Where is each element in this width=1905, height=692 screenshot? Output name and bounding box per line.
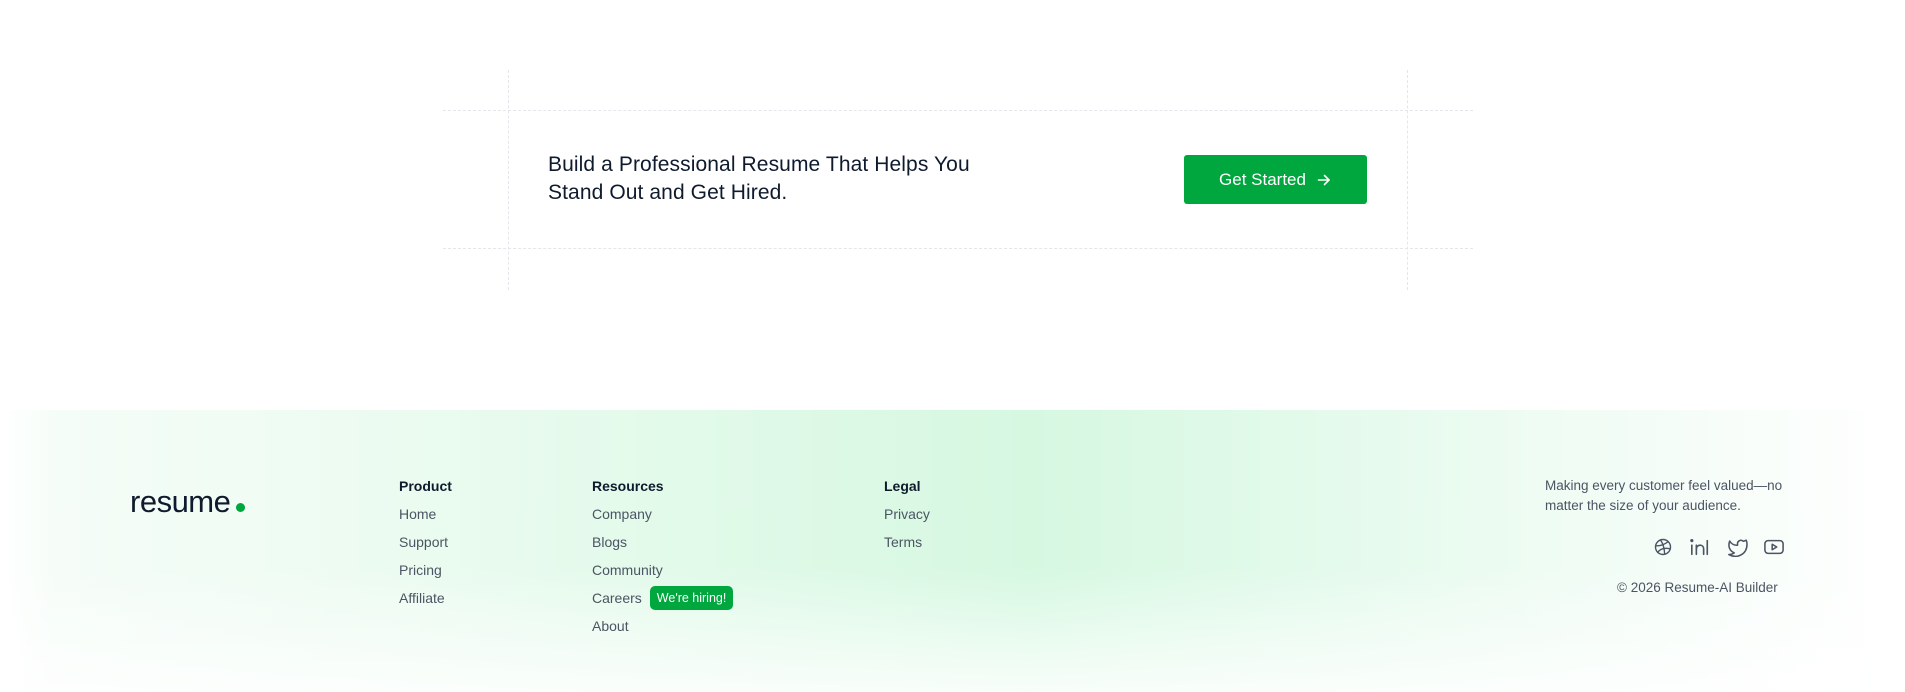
footer-link-pricing[interactable]: Pricing xyxy=(399,560,452,580)
social-links xyxy=(1652,536,1785,558)
footer-link-home[interactable]: Home xyxy=(399,504,452,524)
column-title-resources: Resources xyxy=(592,478,664,494)
logo-dot xyxy=(236,503,246,512)
column-title-legal: Legal xyxy=(884,478,921,494)
footer-link-careers[interactable]: Careers xyxy=(592,588,642,608)
footer-link-about[interactable]: About xyxy=(592,616,733,636)
cta-headline: Build a Professional Resume That Helps Y… xyxy=(548,153,970,204)
footer-column-resources: Resources Company Blogs Community Career… xyxy=(592,476,734,636)
footer-tagline: Making every customer feel valued—no mat… xyxy=(1545,478,1783,513)
logo-text: resume xyxy=(130,484,231,519)
guide-line-bottom xyxy=(443,248,1473,249)
twitter-icon[interactable] xyxy=(1726,536,1748,558)
youtube-icon[interactable] xyxy=(1763,536,1785,558)
footer-link-privacy[interactable]: Privacy xyxy=(884,504,930,524)
cta-section: Build a Professional Resume That Helps Y… xyxy=(0,0,1905,410)
column-title-product: Product xyxy=(399,478,452,494)
footer-column-product: Product Home Support Pricing Affiliate xyxy=(399,476,452,608)
footer-link-support[interactable]: Support xyxy=(399,532,452,552)
footer-link-careers-row: Careers We're hiring! xyxy=(592,586,734,610)
arrow-right-icon xyxy=(1316,172,1332,188)
footer-link-community[interactable]: Community xyxy=(592,560,733,580)
guide-line-right xyxy=(1407,70,1408,290)
dribbble-icon[interactable] xyxy=(1652,536,1674,558)
copyright-text: © 2026 Resume-AI Builder xyxy=(1617,580,1778,595)
site-footer: resume Product Home Support Pricing Affi… xyxy=(0,410,1905,692)
footer-link-company[interactable]: Company xyxy=(592,504,733,524)
guide-line-top xyxy=(443,110,1473,111)
hiring-badge[interactable]: We're hiring! xyxy=(649,586,734,610)
footer-column-legal: Legal Privacy Terms xyxy=(884,476,930,552)
footer-link-terms[interactable]: Terms xyxy=(884,532,930,552)
get-started-label: Get Started xyxy=(1219,169,1306,189)
footer-link-affiliate[interactable]: Affiliate xyxy=(399,588,452,608)
footer-link-blogs[interactable]: Blogs xyxy=(592,532,733,552)
linkedin-icon[interactable] xyxy=(1689,536,1711,558)
get-started-button[interactable]: Get Started xyxy=(1184,155,1367,204)
guide-line-left xyxy=(508,70,509,290)
footer-logo[interactable]: resume xyxy=(130,484,246,520)
